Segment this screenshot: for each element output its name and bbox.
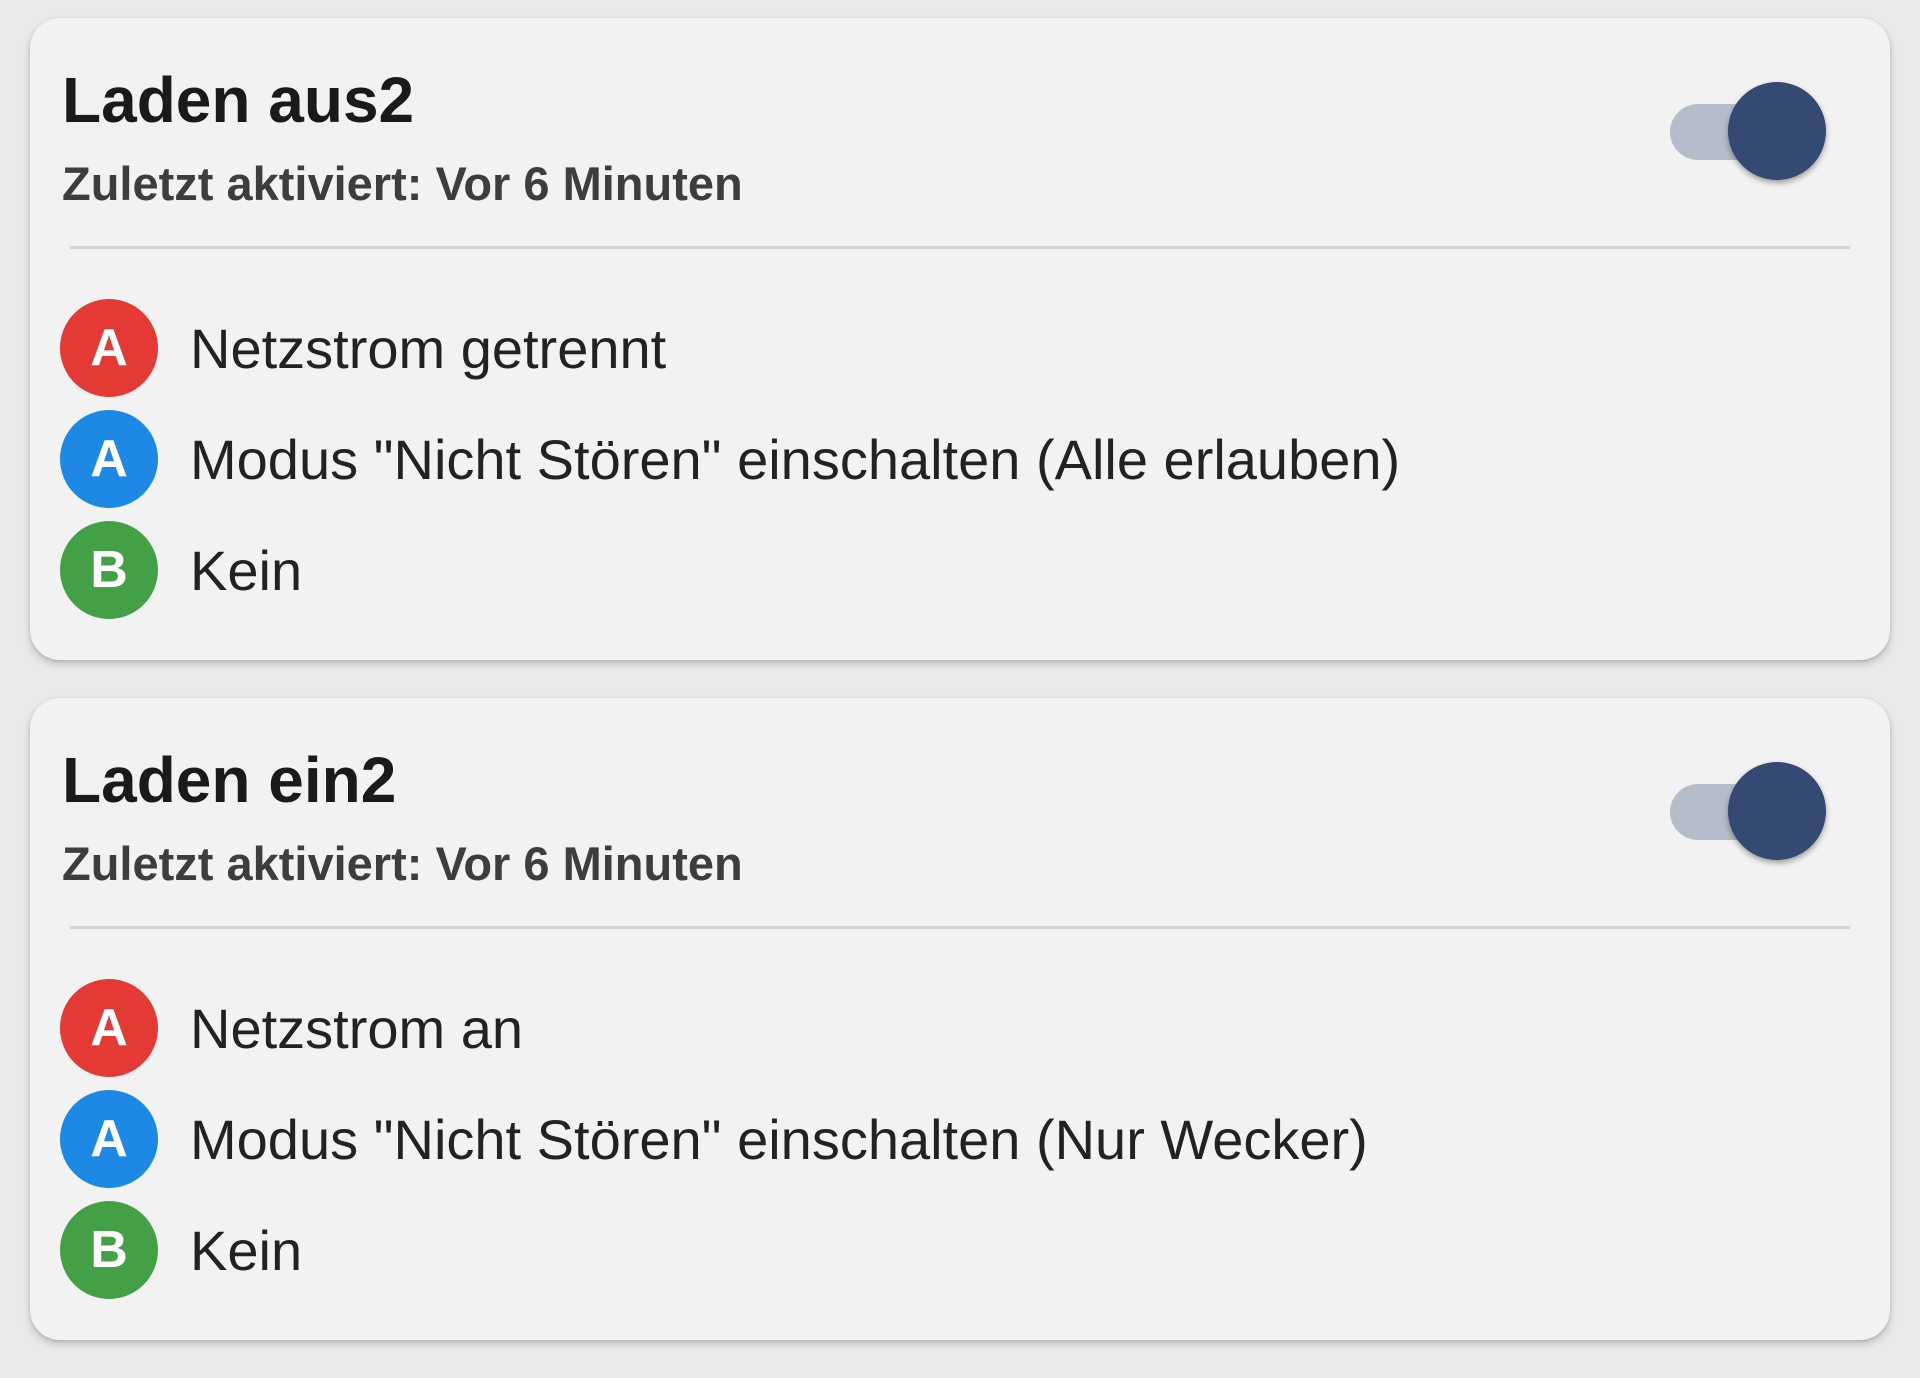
macro-card-laden-aus2[interactable]: Laden aus2 Zuletzt aktiviert: Vor 6 Minu…	[30, 18, 1890, 660]
macro-components: A Netzstrom an A Modus "Nicht Stören" ei…	[60, 979, 1860, 1312]
constraint-label: Kein	[190, 538, 303, 602]
macro-title: Laden ein2	[62, 744, 397, 816]
action-row[interactable]: A Modus "Nicht Stören" einschalten (Alle…	[60, 410, 1860, 508]
trigger-label: Netzstrom getrennt	[190, 316, 667, 380]
toggle-thumb	[1728, 762, 1826, 860]
macro-enabled-toggle[interactable]	[1670, 82, 1826, 182]
macro-last-activated: Zuletzt aktiviert: Vor 6 Minuten	[62, 157, 743, 210]
action-label: Modus "Nicht Stören" einschalten (Alle e…	[190, 427, 1401, 491]
trigger-label: Netzstrom an	[190, 996, 523, 1060]
constraint-row[interactable]: B Kein	[60, 1201, 1860, 1299]
constraint-badge-icon: B	[60, 521, 158, 619]
trigger-row[interactable]: A Netzstrom getrennt	[60, 299, 1860, 397]
trigger-badge-icon: A	[60, 979, 158, 1077]
divider	[70, 246, 1850, 249]
constraint-label: Kein	[190, 1218, 303, 1282]
macro-card-header: Laden ein2 Zuletzt aktiviert: Vor 6 Minu…	[62, 748, 1858, 887]
trigger-row[interactable]: A Netzstrom an	[60, 979, 1860, 1077]
constraint-row[interactable]: B Kein	[60, 521, 1860, 619]
macro-card-laden-ein2[interactable]: Laden ein2 Zuletzt aktiviert: Vor 6 Minu…	[30, 698, 1890, 1340]
divider	[70, 926, 1850, 929]
macro-components: A Netzstrom getrennt A Modus "Nicht Stör…	[60, 299, 1860, 632]
action-row[interactable]: A Modus "Nicht Stören" einschalten (Nur …	[60, 1090, 1860, 1188]
action-badge-icon: A	[60, 410, 158, 508]
action-label: Modus "Nicht Stören" einschalten (Nur We…	[190, 1107, 1368, 1171]
action-badge-icon: A	[60, 1090, 158, 1188]
toggle-thumb	[1728, 82, 1826, 180]
constraint-badge-icon: B	[60, 1201, 158, 1299]
macro-card-header: Laden aus2 Zuletzt aktiviert: Vor 6 Minu…	[62, 68, 1858, 207]
macro-enabled-toggle[interactable]	[1670, 762, 1826, 862]
macro-list: Laden aus2 Zuletzt aktiviert: Vor 6 Minu…	[30, 18, 1890, 1378]
macro-title: Laden aus2	[62, 64, 415, 136]
trigger-badge-icon: A	[60, 299, 158, 397]
macro-last-activated: Zuletzt aktiviert: Vor 6 Minuten	[62, 837, 743, 890]
